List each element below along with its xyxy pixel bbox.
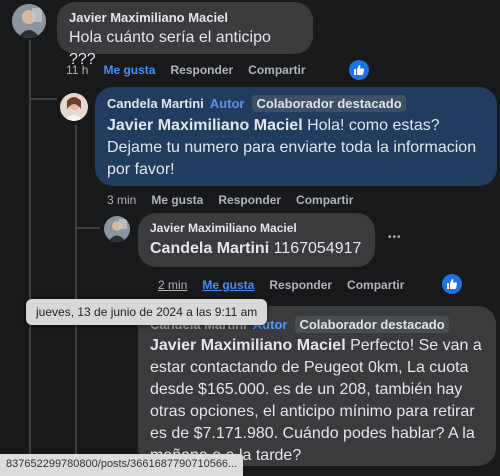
comment-actions: 3 min Me gusta Responder Compartir bbox=[107, 193, 368, 207]
comment-bubble: Javier Maximiliano Maciel Candela Martin… bbox=[138, 213, 375, 267]
comment-time[interactable]: 2 min bbox=[158, 278, 187, 292]
thread-line bbox=[75, 227, 100, 229]
more-options-icon[interactable]: ••• bbox=[388, 232, 402, 243]
timestamp-tooltip: jueves, 13 de junio de 2024 a las 9:11 a… bbox=[26, 299, 268, 325]
avatar[interactable] bbox=[104, 216, 130, 242]
thread-line bbox=[29, 100, 31, 476]
like-button[interactable]: Me gusta bbox=[202, 278, 254, 292]
comment-actions: 11 h Me gusta Responder Compartir bbox=[66, 63, 321, 77]
avatar[interactable] bbox=[12, 4, 46, 38]
comment-text: Candela Martini 1167054917 bbox=[150, 238, 363, 260]
top-fan-badge: Colaborador destacado bbox=[252, 95, 406, 112]
like-button[interactable]: Me gusta bbox=[151, 193, 203, 207]
share-button[interactable]: Compartir bbox=[248, 63, 305, 77]
comment-author[interactable]: Candela Martini bbox=[107, 96, 204, 111]
mention-link[interactable]: Javier Maximiliano Maciel bbox=[107, 117, 303, 134]
comment-bubble: Candela Martini Autor Colaborador destacad… bbox=[95, 87, 497, 186]
comment-author[interactable]: Javier Maximiliano Maciel bbox=[150, 221, 363, 235]
mention-link[interactable]: Javier Maximiliano Maciel bbox=[150, 337, 346, 354]
like-button[interactable]: Me gusta bbox=[103, 63, 155, 77]
top-fan-badge: Colaborador destacado bbox=[295, 316, 449, 333]
thread-line bbox=[29, 40, 31, 100]
status-url: 837652299780800/posts/3661687790710566..… bbox=[0, 454, 244, 476]
comment-time[interactable]: 3 min bbox=[107, 193, 136, 207]
comment-author-row: Candela Martini Autor Colaborador destacad… bbox=[107, 95, 485, 112]
share-button[interactable]: Compartir bbox=[347, 278, 404, 292]
thumbs-up-icon bbox=[354, 65, 365, 75]
mention-link[interactable]: Candela Martini bbox=[150, 240, 269, 257]
comment-bubble: Candela MartiniAutorColaborador destacad… bbox=[138, 306, 496, 466]
reply-button[interactable]: Responder bbox=[170, 63, 233, 77]
thread-line bbox=[75, 125, 77, 470]
reply-button[interactable]: Responder bbox=[269, 278, 332, 292]
author-badge: Autor bbox=[209, 96, 245, 111]
thumbs-up-icon bbox=[447, 279, 458, 289]
comment-bubble: Javier Maximiliano Maciel Hola cuánto se… bbox=[57, 2, 313, 68]
comment-actions: 2 min Me gusta Responder Compartir bbox=[158, 278, 419, 292]
like-reaction[interactable] bbox=[349, 60, 369, 80]
comment-text: Javier Maximiliano Maciel Perfecto! Se v… bbox=[150, 335, 484, 467]
comment-body: 1167054917 bbox=[269, 240, 362, 257]
comment-text: Javier Maximiliano Maciel Hola! como est… bbox=[107, 115, 485, 181]
comment-author[interactable]: Javier Maximiliano Maciel bbox=[69, 10, 301, 25]
comment-time[interactable]: 11 h bbox=[66, 63, 88, 77]
reply-button[interactable]: Responder bbox=[218, 193, 281, 207]
thread-line bbox=[29, 98, 57, 100]
comment-body: Perfecto! Se van a estar contactando de … bbox=[150, 337, 482, 464]
avatar[interactable] bbox=[60, 93, 88, 121]
like-reaction[interactable] bbox=[442, 274, 462, 294]
share-button[interactable]: Compartir bbox=[296, 193, 353, 207]
